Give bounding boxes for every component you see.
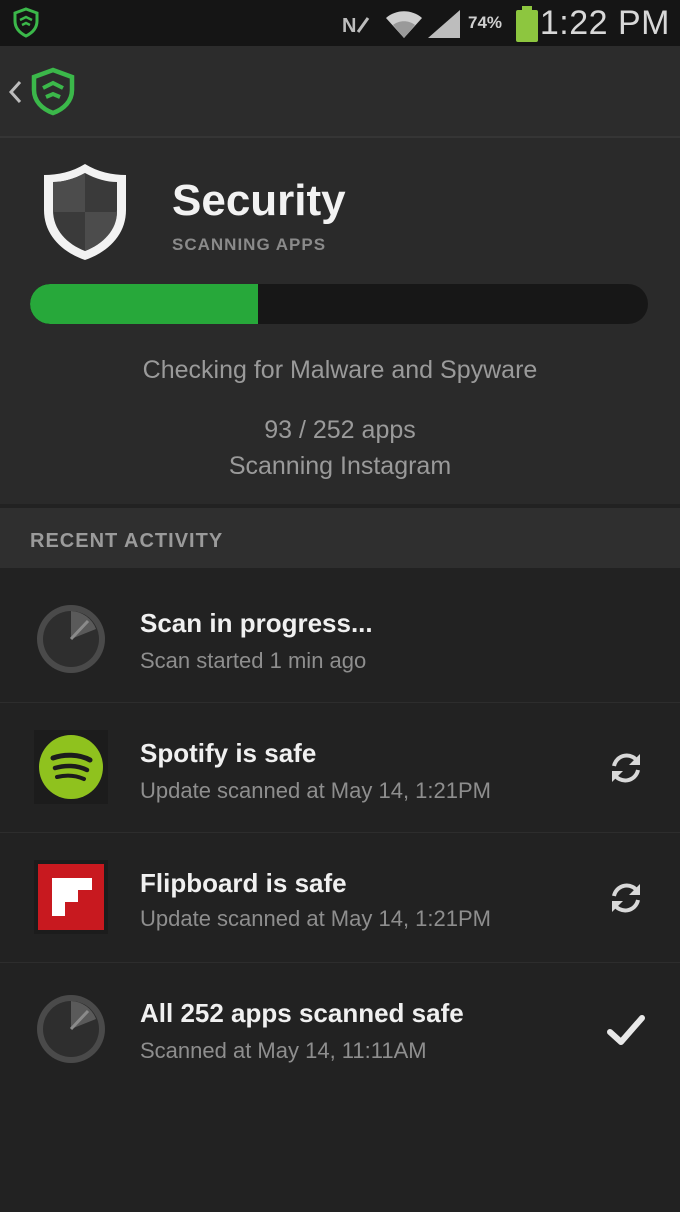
activity-title: Flipboard is safe xyxy=(140,868,347,898)
scan-status-text: Checking for Malware and Spyware xyxy=(142,356,538,384)
scan-count-text: 93 / 252 apps xyxy=(264,416,416,444)
status-bar: N 74% 1:22 PM xyxy=(0,0,680,46)
signal-icon xyxy=(428,10,460,38)
battery-icon xyxy=(516,6,538,42)
scan-radar-icon xyxy=(37,995,105,1063)
flipboard-icon xyxy=(34,860,108,934)
rescan-icon[interactable] xyxy=(604,746,648,790)
scan-state-label: SCANNING APPS xyxy=(172,235,327,254)
up-navigation[interactable] xyxy=(0,58,90,124)
wifi-icon xyxy=(386,11,422,38)
security-shield-icon xyxy=(44,164,126,260)
scan-radar-icon xyxy=(37,605,105,673)
svg-text:N: N xyxy=(342,15,356,37)
spotify-icon xyxy=(34,730,108,804)
activity-subtitle: Update scanned at May 14, 1:21PM xyxy=(140,906,491,931)
divider xyxy=(0,962,680,963)
divider xyxy=(0,832,680,833)
rescan-icon[interactable] xyxy=(604,876,648,920)
lookout-notification-icon xyxy=(13,7,39,38)
activity-subtitle: Scanned at May 14, 11:11AM xyxy=(140,1038,427,1063)
activity-title: Scan in progress... xyxy=(140,608,373,638)
scan-current-app-text: Scanning Instagram xyxy=(228,452,452,480)
activity-title: Spotify is safe xyxy=(140,738,317,768)
activity-subtitle: Update scanned at May 14, 1:21PM xyxy=(140,778,491,803)
page-title: Security xyxy=(172,176,346,225)
checkmark-icon xyxy=(607,1015,645,1045)
scan-progress-fill xyxy=(30,284,259,324)
nfc-icon: N xyxy=(342,15,370,37)
clock: 1:22 PM xyxy=(539,4,670,42)
section-label: RECENT ACTIVITY xyxy=(30,530,224,552)
activity-title: All 252 apps scanned safe xyxy=(140,998,464,1028)
activity-subtitle: Scan started 1 min ago xyxy=(140,648,367,673)
action-bar xyxy=(0,46,680,138)
scan-progress-bar xyxy=(30,284,648,324)
back-chevron-icon xyxy=(8,80,22,104)
lookout-logo-icon xyxy=(31,67,75,116)
battery-percent: 74% xyxy=(468,13,503,32)
divider xyxy=(0,702,680,703)
